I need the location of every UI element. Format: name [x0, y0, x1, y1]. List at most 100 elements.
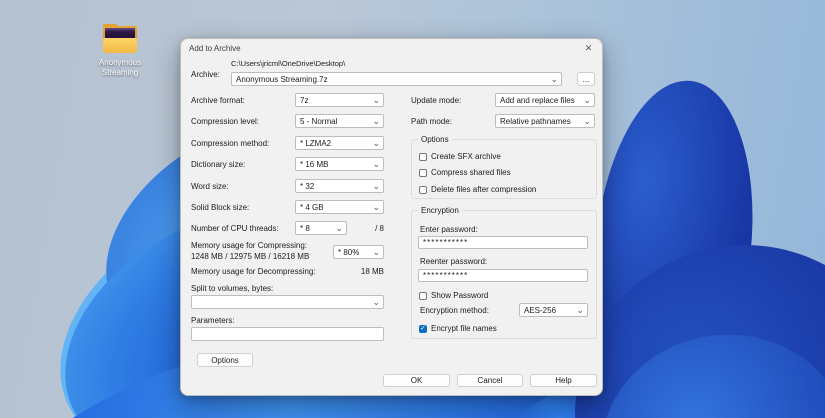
- split-volumes-combobox[interactable]: ⌄: [191, 295, 384, 309]
- enter-password-input[interactable]: ***********: [418, 236, 588, 249]
- compression-method-value: * LZMA2: [300, 139, 331, 148]
- create-sfx-checkbox[interactable]: ✓ Create SFX archive: [419, 152, 501, 161]
- solid-block-size-label: Solid Block size:: [191, 203, 249, 212]
- chevron-down-icon: ⌄: [372, 118, 380, 124]
- reenter-password-input[interactable]: ***********: [418, 269, 588, 282]
- help-button[interactable]: Help: [530, 374, 597, 387]
- browse-button-label: ...: [583, 75, 590, 84]
- path-mode-value: Relative pathnames: [500, 117, 571, 126]
- cpu-threads-combobox[interactable]: * 8 ⌄: [295, 221, 347, 235]
- parameters-label: Parameters:: [191, 316, 235, 325]
- cpu-threads-label: Number of CPU threads:: [191, 224, 279, 233]
- update-mode-label: Update mode:: [411, 96, 461, 105]
- word-size-value: * 32: [300, 182, 314, 191]
- memory-compressing-value: * 80%: [338, 248, 359, 257]
- memory-decompressing-value: 18 MB: [331, 267, 384, 276]
- compression-method-combobox[interactable]: * LZMA2 ⌄: [295, 136, 384, 150]
- enter-password-label: Enter password:: [420, 225, 478, 234]
- cancel-button[interactable]: Cancel: [457, 374, 523, 387]
- reenter-password-label: Reenter password:: [420, 257, 487, 266]
- reenter-password-value: ***********: [423, 271, 468, 280]
- archive-label: Archive:: [191, 70, 220, 79]
- archive-path-text: C:\Users\jricml\OneDrive\Desktop\: [231, 59, 345, 68]
- chevron-down-icon: ⌄: [372, 183, 380, 189]
- parameters-input[interactable]: [191, 327, 384, 341]
- title-bar: Add to Archive ✕: [181, 39, 602, 57]
- desktop-icon-label: Anonymous Streaming: [85, 58, 155, 78]
- options-button-label: Options: [211, 356, 239, 365]
- chevron-down-icon: ⌄: [372, 204, 380, 210]
- encryption-method-label: Encryption method:: [420, 306, 489, 315]
- archive-name-combobox[interactable]: Anonymous Streaming.7z ⌄: [231, 72, 562, 86]
- update-mode-value: Add and replace files: [500, 96, 575, 105]
- compression-level-combobox[interactable]: 5 - Normal ⌄: [295, 114, 384, 128]
- path-mode-combobox[interactable]: Relative pathnames ⌄: [495, 114, 595, 128]
- word-size-combobox[interactable]: * 32 ⌄: [295, 179, 384, 193]
- delete-after-checkbox[interactable]: ✓ Delete files after compression: [419, 185, 536, 194]
- dialog-title: Add to Archive: [189, 44, 241, 53]
- browse-button[interactable]: ...: [577, 72, 595, 86]
- checkbox-box: ✓: [419, 325, 427, 333]
- show-password-checkbox[interactable]: ✓ Show Password: [419, 291, 488, 300]
- encryption-group: Encryption Enter password: *********** R…: [411, 210, 597, 339]
- archive-format-label: Archive format:: [191, 96, 245, 105]
- checkbox-box: ✓: [419, 169, 427, 177]
- chevron-down-icon: ⌄: [576, 307, 584, 313]
- cancel-button-label: Cancel: [478, 376, 503, 385]
- chevron-down-icon: ⌄: [372, 161, 380, 167]
- memory-compressing-detail: 1248 MB / 12975 MB / 16218 MB: [191, 252, 309, 261]
- split-volumes-label: Split to volumes, bytes:: [191, 284, 273, 293]
- enter-password-value: ***********: [423, 238, 468, 247]
- compress-shared-label: Compress shared files: [431, 168, 511, 177]
- encrypt-file-names-checkbox[interactable]: ✓ Encrypt file names: [419, 324, 497, 333]
- chevron-down-icon: ⌄: [372, 299, 380, 305]
- help-button-label: Help: [555, 376, 571, 385]
- ok-button-label: OK: [411, 376, 423, 385]
- close-button[interactable]: ✕: [582, 42, 595, 55]
- chevron-down-icon: ⌄: [583, 97, 591, 103]
- ok-button[interactable]: OK: [383, 374, 450, 387]
- options-button[interactable]: Options: [197, 353, 253, 367]
- show-password-label: Show Password: [431, 291, 488, 300]
- add-to-archive-dialog: Add to Archive ✕ Archive: C:\Users\jricm…: [180, 38, 603, 396]
- solid-block-size-combobox[interactable]: * 4 GB ⌄: [295, 200, 384, 214]
- chevron-down-icon: ⌄: [335, 225, 343, 231]
- chevron-down-icon: ⌄: [583, 118, 591, 124]
- chevron-down-icon: ⌄: [372, 97, 380, 103]
- memory-compressing-combobox[interactable]: * 80% ⌄: [333, 245, 384, 259]
- path-mode-label: Path mode:: [411, 117, 452, 126]
- archive-name-value: Anonymous Streaming.7z: [236, 75, 328, 84]
- encrypt-file-names-label: Encrypt file names: [431, 324, 497, 333]
- cpu-threads-value: * 8: [300, 224, 310, 233]
- options-group-title: Options: [418, 135, 452, 144]
- dictionary-size-combobox[interactable]: * 16 MB ⌄: [295, 157, 384, 171]
- close-icon: ✕: [585, 43, 593, 54]
- compression-method-label: Compression method:: [191, 139, 269, 148]
- compression-level-label: Compression level:: [191, 117, 259, 126]
- delete-after-label: Delete files after compression: [431, 185, 536, 194]
- compress-shared-checkbox[interactable]: ✓ Compress shared files: [419, 168, 511, 177]
- encryption-method-value: AES-256: [524, 306, 556, 315]
- checkbox-box: ✓: [419, 153, 427, 161]
- chevron-down-icon: ⌄: [372, 140, 380, 146]
- checkbox-box: ✓: [419, 186, 427, 194]
- checkbox-box: ✓: [419, 292, 427, 300]
- update-mode-combobox[interactable]: Add and replace files ⌄: [495, 93, 595, 107]
- chevron-down-icon: ⌄: [372, 249, 380, 255]
- archive-format-value: 7z: [300, 96, 308, 105]
- encryption-method-combobox[interactable]: AES-256 ⌄: [519, 303, 588, 317]
- solid-block-size-value: * 4 GB: [300, 203, 324, 212]
- compression-level-value: 5 - Normal: [300, 117, 337, 126]
- encryption-group-title: Encryption: [418, 206, 462, 215]
- folder-front: [103, 38, 137, 53]
- archive-format-combobox[interactable]: 7z ⌄: [295, 93, 384, 107]
- desktop-icon-anonymous-streaming[interactable]: Anonymous Streaming: [85, 24, 155, 78]
- dictionary-size-value: * 16 MB: [300, 160, 328, 169]
- memory-decompressing-label: Memory usage for Decompressing:: [191, 267, 316, 276]
- options-group: Options ✓ Create SFX archive ✓ Compress …: [411, 139, 597, 199]
- checkmark-icon: ✓: [420, 325, 426, 332]
- memory-compressing-label: Memory usage for Compressing:: [191, 241, 307, 250]
- create-sfx-label: Create SFX archive: [431, 152, 501, 161]
- cpu-threads-total: / 8: [351, 224, 384, 233]
- chevron-down-icon: ⌄: [550, 76, 558, 82]
